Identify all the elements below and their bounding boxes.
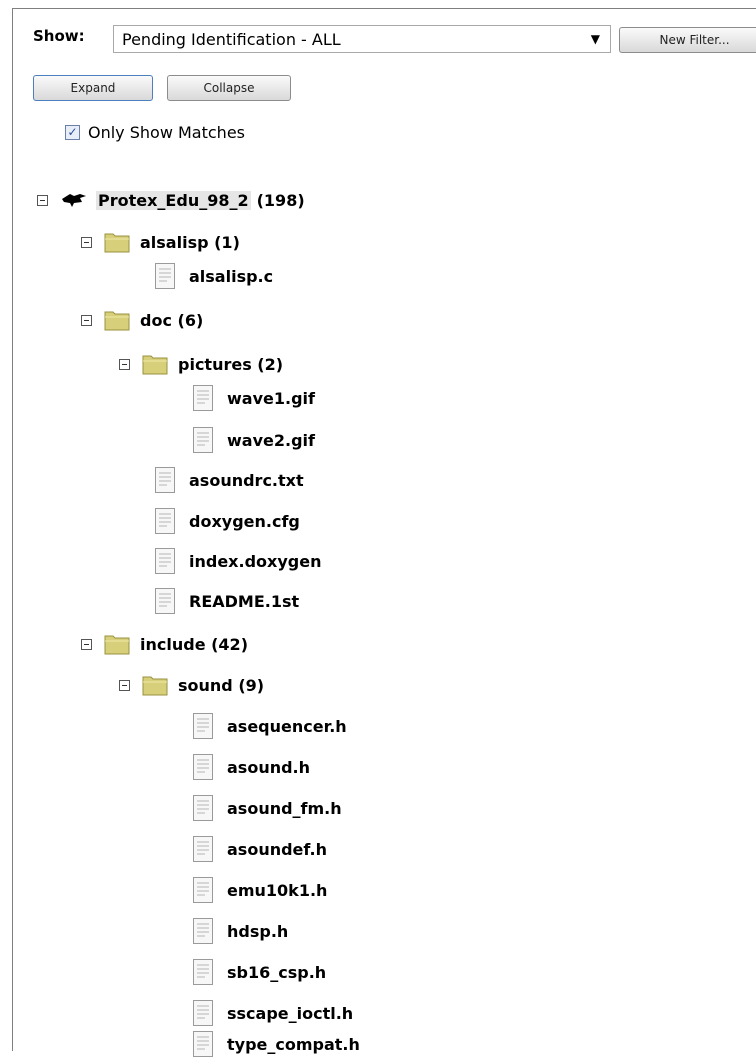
file-icon — [193, 1031, 213, 1057]
tree-file[interactable]: sscape_ioctl.h — [193, 998, 353, 1028]
filter-select-value: Pending Identification - ALL — [122, 30, 341, 49]
tree-node-label[interactable]: hdsp.h — [227, 922, 288, 941]
tree-file[interactable]: asound_fm.h — [193, 793, 342, 823]
tree-file[interactable]: wave2.gif — [193, 425, 315, 455]
tree-node-label[interactable]: asoundef.h — [227, 840, 327, 859]
tree-root-count: (198) — [256, 190, 305, 210]
tree-node-label[interactable]: alsalisp (1) — [140, 233, 240, 252]
collapse-toggle-icon[interactable] — [37, 194, 48, 206]
folder-icon — [104, 635, 130, 655]
folder-icon — [104, 233, 130, 253]
file-icon — [193, 427, 213, 453]
tree-node-label[interactable]: sound (9) — [178, 676, 264, 695]
tree-folder[interactable]: sound (9) — [119, 670, 264, 700]
tree-node-label[interactable]: sb16_csp.h — [227, 963, 326, 982]
tree-node-label[interactable]: pictures (2) — [178, 355, 283, 374]
tree-file[interactable]: asoundrc.txt — [155, 465, 304, 495]
tree-file[interactable]: README.1st — [155, 586, 299, 616]
tree-node-label[interactable]: wave2.gif — [227, 431, 315, 450]
file-icon — [155, 548, 175, 574]
tree-file[interactable]: alsalisp.c — [155, 261, 273, 291]
file-icon — [155, 588, 175, 614]
collapse-button[interactable]: Collapse — [167, 75, 291, 101]
collapse-toggle-icon[interactable] — [119, 679, 130, 691]
collapse-toggle-icon[interactable] — [81, 638, 92, 650]
expand-button[interactable]: Expand — [33, 75, 153, 101]
file-icon — [193, 959, 213, 985]
tree-node-label[interactable]: index.doxygen — [189, 552, 321, 571]
tree-file[interactable]: asoundef.h — [193, 834, 327, 864]
tree-root-label[interactable]: Protex_Edu_98_2 — [96, 190, 251, 210]
file-tree-panel: Show: Pending Identification - ALL ▼ New… — [12, 8, 756, 1057]
file-icon — [193, 795, 213, 821]
tree-node-label[interactable]: wave1.gif — [227, 389, 315, 408]
tree-node-label[interactable]: doc (6) — [140, 311, 203, 330]
filter-select[interactable]: Pending Identification - ALL ▼ — [113, 25, 611, 53]
tree-file[interactable]: type_compat.h — [193, 1029, 360, 1059]
tree-node-label[interactable]: alsalisp.c — [189, 267, 273, 286]
file-icon — [193, 713, 213, 739]
file-icon — [193, 877, 213, 903]
tree-file[interactable]: doxygen.cfg — [155, 506, 300, 536]
tree-node-label[interactable]: README.1st — [189, 592, 299, 611]
tree-node-label[interactable]: sscape_ioctl.h — [227, 1004, 353, 1023]
tree-node-label[interactable]: asoundrc.txt — [189, 471, 304, 490]
only-show-matches-row[interactable]: ✓ Only Show Matches — [65, 123, 245, 142]
folder-icon — [142, 676, 168, 696]
tree-file[interactable]: index.doxygen — [155, 546, 321, 576]
tree-folder[interactable]: doc (6) — [81, 305, 203, 335]
tree-root[interactable]: Protex_Edu_98_2 (198) — [37, 185, 305, 215]
file-icon — [193, 754, 213, 780]
file-icon — [193, 1000, 213, 1026]
folder-icon — [104, 311, 130, 331]
tree-node-label[interactable]: doxygen.cfg — [189, 512, 300, 531]
collapse-toggle-icon[interactable] — [81, 236, 92, 248]
only-show-matches-checkbox[interactable]: ✓ — [65, 125, 80, 140]
bird-icon — [62, 194, 86, 207]
tree-folder[interactable]: include (42) — [81, 629, 248, 659]
tree-file[interactable]: hdsp.h — [193, 916, 288, 946]
file-icon — [155, 467, 175, 493]
tree-folder[interactable]: pictures (2) — [119, 349, 283, 379]
file-icon — [155, 263, 175, 289]
tree-node-label[interactable]: include (42) — [140, 635, 248, 654]
tree-file[interactable]: asequencer.h — [193, 711, 347, 741]
tree-node-label[interactable]: asequencer.h — [227, 717, 347, 736]
chevron-down-icon: ▼ — [590, 32, 600, 46]
tree-folder[interactable]: alsalisp (1) — [81, 227, 240, 257]
tree-node-label[interactable]: asound_fm.h — [227, 799, 342, 818]
file-icon — [155, 508, 175, 534]
file-icon — [193, 836, 213, 862]
new-filter-button[interactable]: New Filter... — [619, 27, 756, 53]
tree-file[interactable]: asound.h — [193, 752, 310, 782]
file-icon — [193, 918, 213, 944]
folder-icon — [142, 355, 168, 375]
tree-file[interactable]: sb16_csp.h — [193, 957, 326, 987]
show-label: Show: — [33, 27, 85, 45]
collapse-toggle-icon[interactable] — [81, 314, 92, 326]
tree-file[interactable]: emu10k1.h — [193, 875, 327, 905]
tree-node-label[interactable]: asound.h — [227, 758, 310, 777]
file-icon — [193, 385, 213, 411]
collapse-toggle-icon[interactable] — [119, 358, 130, 370]
only-show-matches-label: Only Show Matches — [88, 123, 245, 142]
tree-file[interactable]: wave1.gif — [193, 383, 315, 413]
tree-node-label[interactable]: emu10k1.h — [227, 881, 327, 900]
